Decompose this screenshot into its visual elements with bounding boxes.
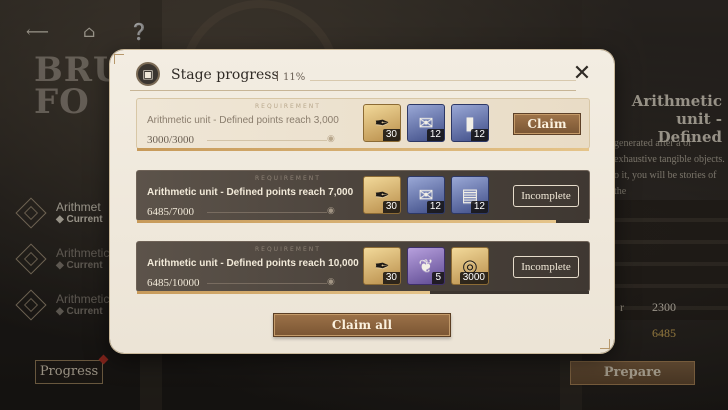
- box-icon: ▣: [136, 62, 160, 86]
- incomplete-button[interactable]: Incomplete: [513, 256, 579, 278]
- reward-items: ✒ 30 ✉ 12 ▮ 12: [363, 104, 489, 142]
- requirement-label: REQUIREMENT: [255, 175, 321, 182]
- reward-item[interactable]: ◎ 3000: [451, 247, 489, 285]
- row-progress-fill: [137, 291, 431, 294]
- reward-item[interactable]: ▮ 12: [451, 104, 489, 142]
- reward-requirement: Arithmetic unit - Defined points reach 1…: [147, 258, 359, 269]
- reward-item[interactable]: ✉ 12: [407, 104, 445, 142]
- reward-quantity: 3000: [459, 272, 488, 284]
- row-progress-fill: [137, 148, 589, 151]
- eye-icon[interactable]: ◉: [327, 206, 335, 216]
- reward-progress-count: 6485/7000: [147, 206, 195, 218]
- eye-icon[interactable]: ◉: [327, 134, 335, 144]
- claim-button[interactable]: Claim: [513, 113, 581, 135]
- reward-item[interactable]: ✒ 30: [363, 104, 401, 142]
- reward-row: REQUIREMENT Arithmetic unit - Defined po…: [136, 241, 590, 294]
- bag-icon: ❦: [418, 255, 434, 277]
- reward-item[interactable]: ✒ 30: [363, 176, 401, 214]
- divider: [207, 212, 327, 213]
- divider: [207, 140, 327, 141]
- reward-progress-count: 3000/3000: [147, 134, 195, 146]
- reward-item[interactable]: ✒ 30: [363, 247, 401, 285]
- reward-items: ✒ 30 ❦ 5 ◎ 3000: [363, 247, 489, 285]
- divider: [207, 283, 327, 284]
- reward-items: ✒ 30 ✉ 12 ▤ 12: [363, 176, 489, 214]
- claim-all-button[interactable]: Claim all: [273, 313, 451, 337]
- reward-quantity: 5: [432, 272, 444, 284]
- row-progress-fill: [137, 220, 556, 223]
- row-progress-bar: [137, 291, 589, 294]
- reward-progress-count: 6485/10000: [147, 277, 200, 289]
- reward-requirement: Arithmetic unit - Defined points reach 3…: [147, 115, 339, 126]
- reward-item[interactable]: ✉ 12: [407, 176, 445, 214]
- reward-item[interactable]: ▤ 12: [451, 176, 489, 214]
- reward-quantity: 12: [426, 201, 444, 213]
- progress-percent-value: 11%: [283, 72, 306, 83]
- reward-row: REQUIREMENT Arithmetic unit - Defined po…: [136, 170, 590, 223]
- reward-quantity: 12: [470, 129, 488, 141]
- frame-corner: [600, 339, 610, 349]
- reward-quantity: 30: [382, 129, 400, 141]
- frame-corner: [114, 54, 124, 64]
- incomplete-button[interactable]: Incomplete: [513, 185, 579, 207]
- requirement-label: REQUIREMENT: [255, 103, 321, 110]
- reward-quantity: 12: [470, 201, 488, 213]
- reward-quantity: 30: [382, 272, 400, 284]
- reward-quantity: 30: [382, 201, 400, 213]
- reward-quantity: 12: [426, 129, 444, 141]
- eye-icon[interactable]: ◉: [327, 277, 335, 287]
- modal-title: Stage progress: [171, 67, 279, 83]
- row-progress-bar: [137, 148, 589, 151]
- reward-requirement: Arithmetic unit - Defined points reach 7…: [147, 187, 354, 198]
- stage-progress-modal: ▣ Stage progress 11% ✕ REQUIREMENT Arith…: [110, 50, 614, 353]
- reward-row: REQUIREMENT Arithmetic unit - Defined po…: [136, 98, 590, 151]
- progress-percent: 11%: [277, 71, 305, 83]
- divider: [277, 71, 278, 81]
- divider: [310, 80, 576, 81]
- reward-item[interactable]: ❦ 5: [407, 247, 445, 285]
- close-icon[interactable]: ✕: [571, 63, 593, 86]
- requirement-label: REQUIREMENT: [255, 246, 321, 253]
- divider: [130, 90, 576, 91]
- row-progress-bar: [137, 220, 589, 223]
